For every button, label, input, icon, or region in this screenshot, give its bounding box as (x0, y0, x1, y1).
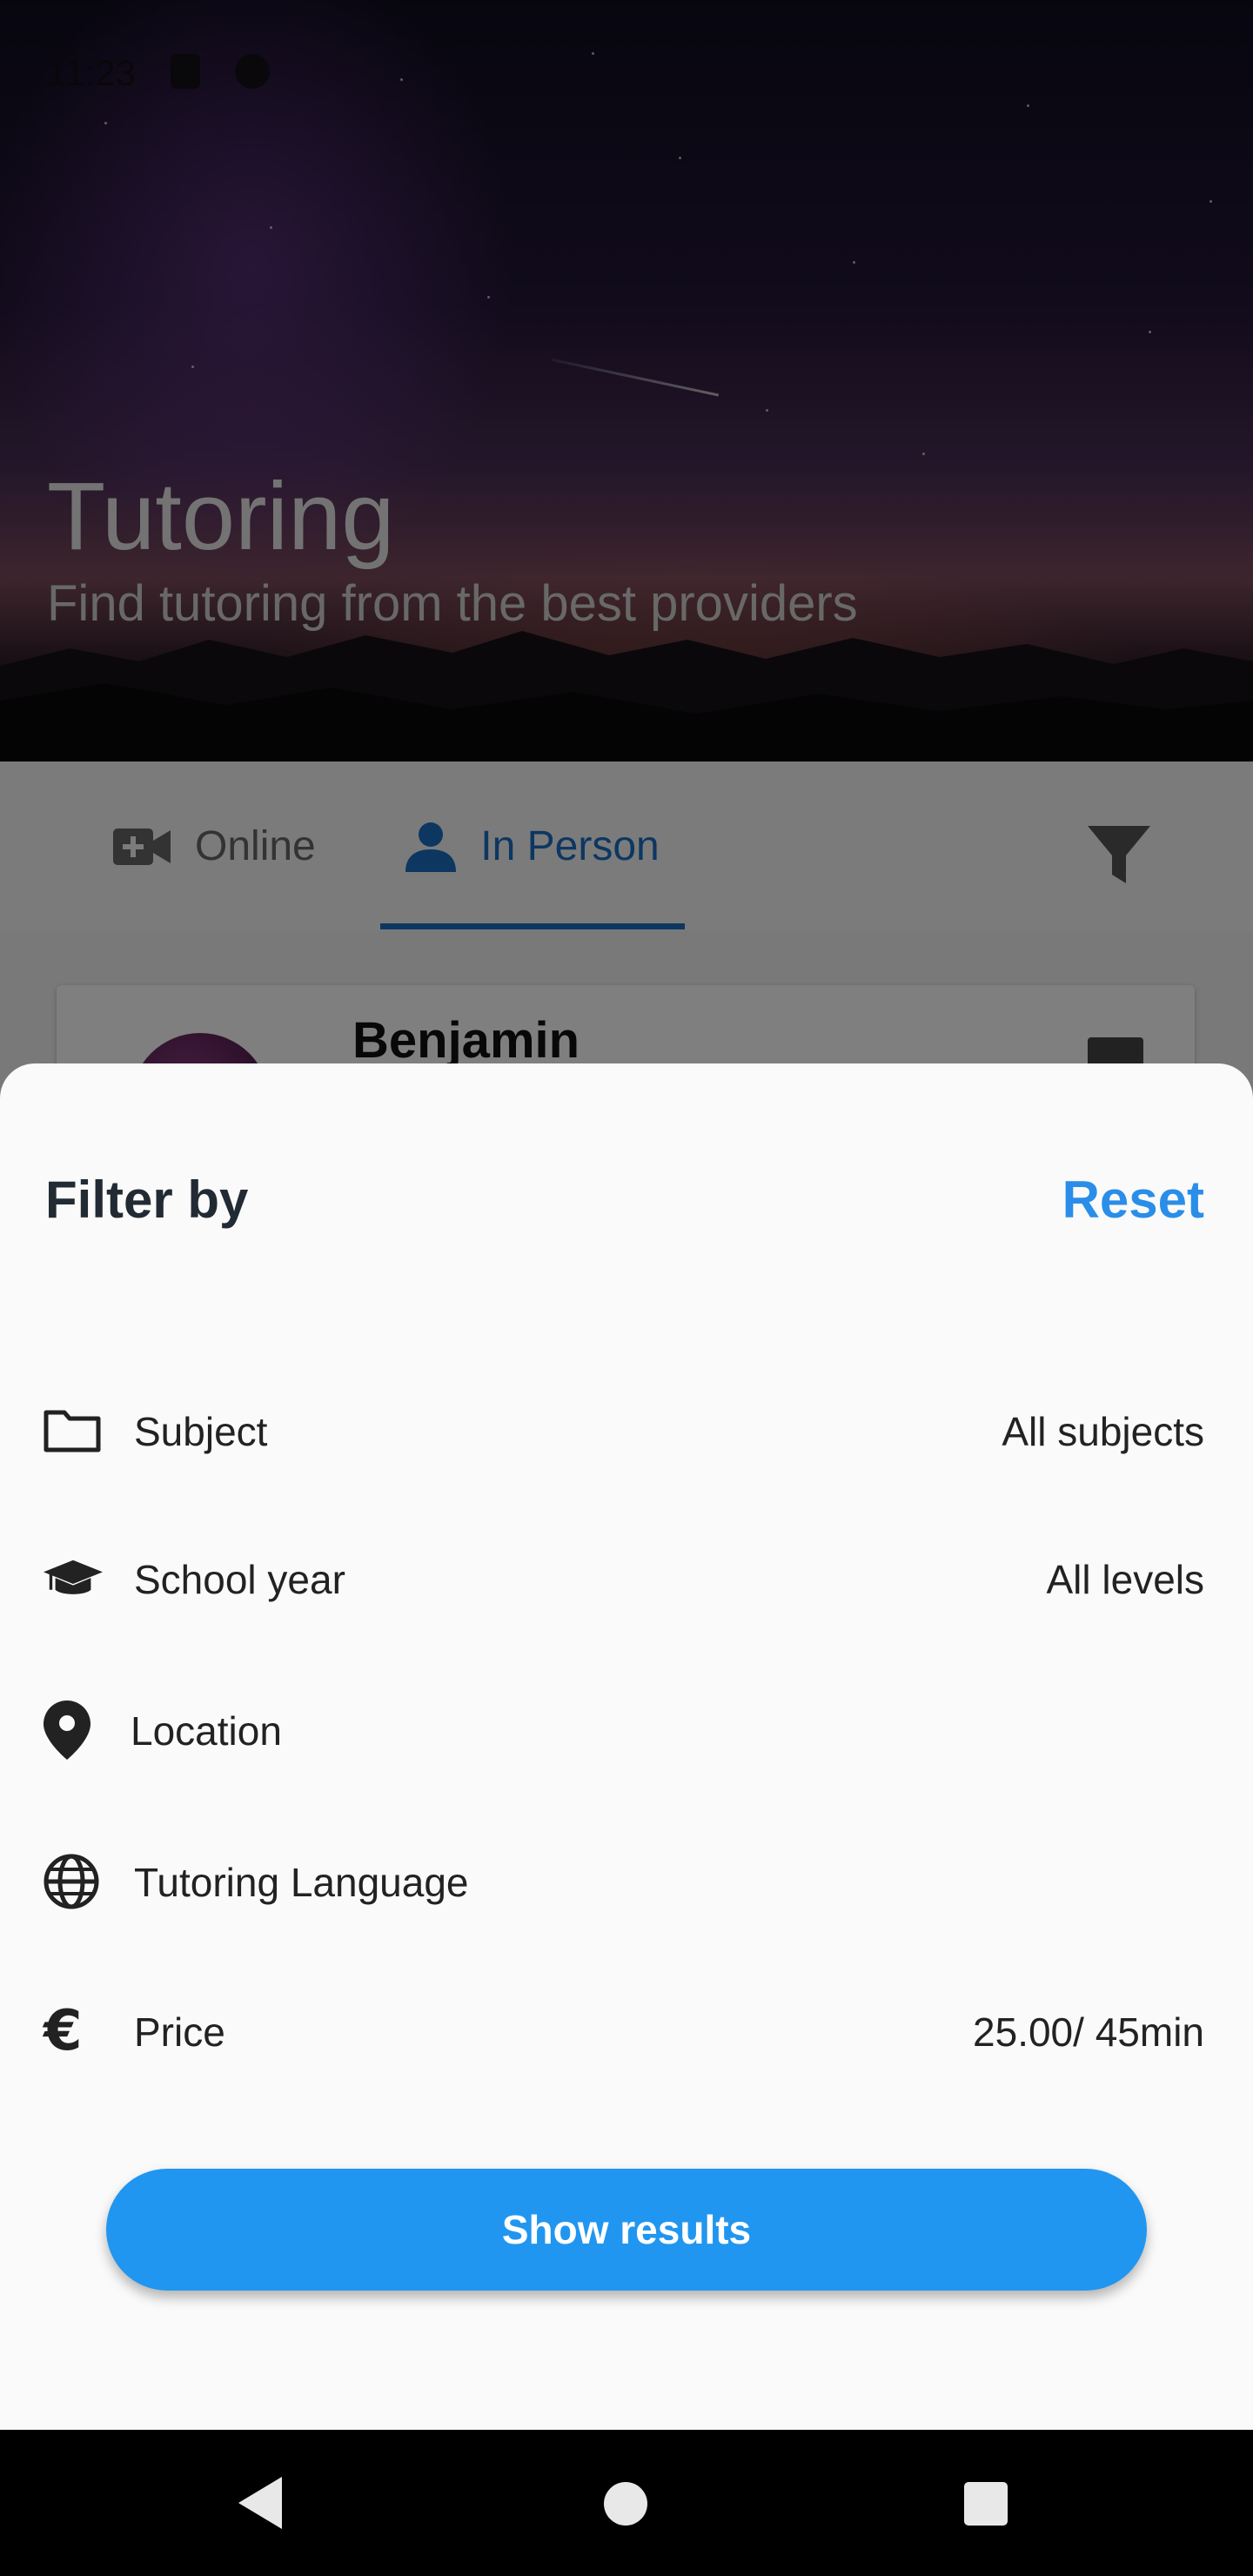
filter-row-school-year[interactable]: School year All levels (0, 1526, 1253, 1631)
filter-value-school-year: All levels (1046, 1557, 1204, 1602)
system-nav-bar (0, 2430, 1253, 2576)
globe-icon (44, 1854, 103, 1909)
show-results-button[interactable]: Show results (106, 2169, 1147, 2291)
graduation-cap-icon (44, 1551, 103, 1607)
euro-icon: € (44, 1999, 83, 2063)
screen: 11:23 Tutoring Find tutoring from the be… (0, 0, 1253, 2576)
folder-icon (44, 1403, 103, 1459)
reset-button[interactable]: Reset (1062, 1170, 1204, 1230)
sheet-title: Filter by (45, 1171, 249, 1229)
recents-icon[interactable] (964, 2482, 1008, 2526)
filter-label-location: Location (131, 1708, 282, 1754)
location-pin-icon (44, 1701, 103, 1760)
filter-label-school-year: School year (134, 1557, 345, 1602)
filter-row-tutoring-language[interactable]: Tutoring Language (0, 1829, 1253, 1934)
filter-label-subject: Subject (134, 1409, 268, 1454)
show-results-label: Show results (501, 2207, 752, 2252)
filter-row-price[interactable]: € Price 25.00/ 45min (0, 1979, 1253, 2083)
filter-label-tutoring-language: Tutoring Language (134, 1860, 469, 1905)
filter-row-subject[interactable]: Subject All subjects (0, 1379, 1253, 1483)
filter-value-subject: All subjects (1002, 1409, 1204, 1454)
filter-label-price: Price (134, 2009, 225, 2055)
filter-value-price: 25.00/ 45min (973, 2009, 1204, 2055)
filter-row-location[interactable]: Location (0, 1678, 1253, 1782)
home-icon[interactable] (604, 2482, 647, 2526)
filter-bottom-sheet: Filter by Reset Subject All subjects Sch… (0, 1063, 1253, 2430)
back-icon[interactable] (235, 2475, 284, 2531)
